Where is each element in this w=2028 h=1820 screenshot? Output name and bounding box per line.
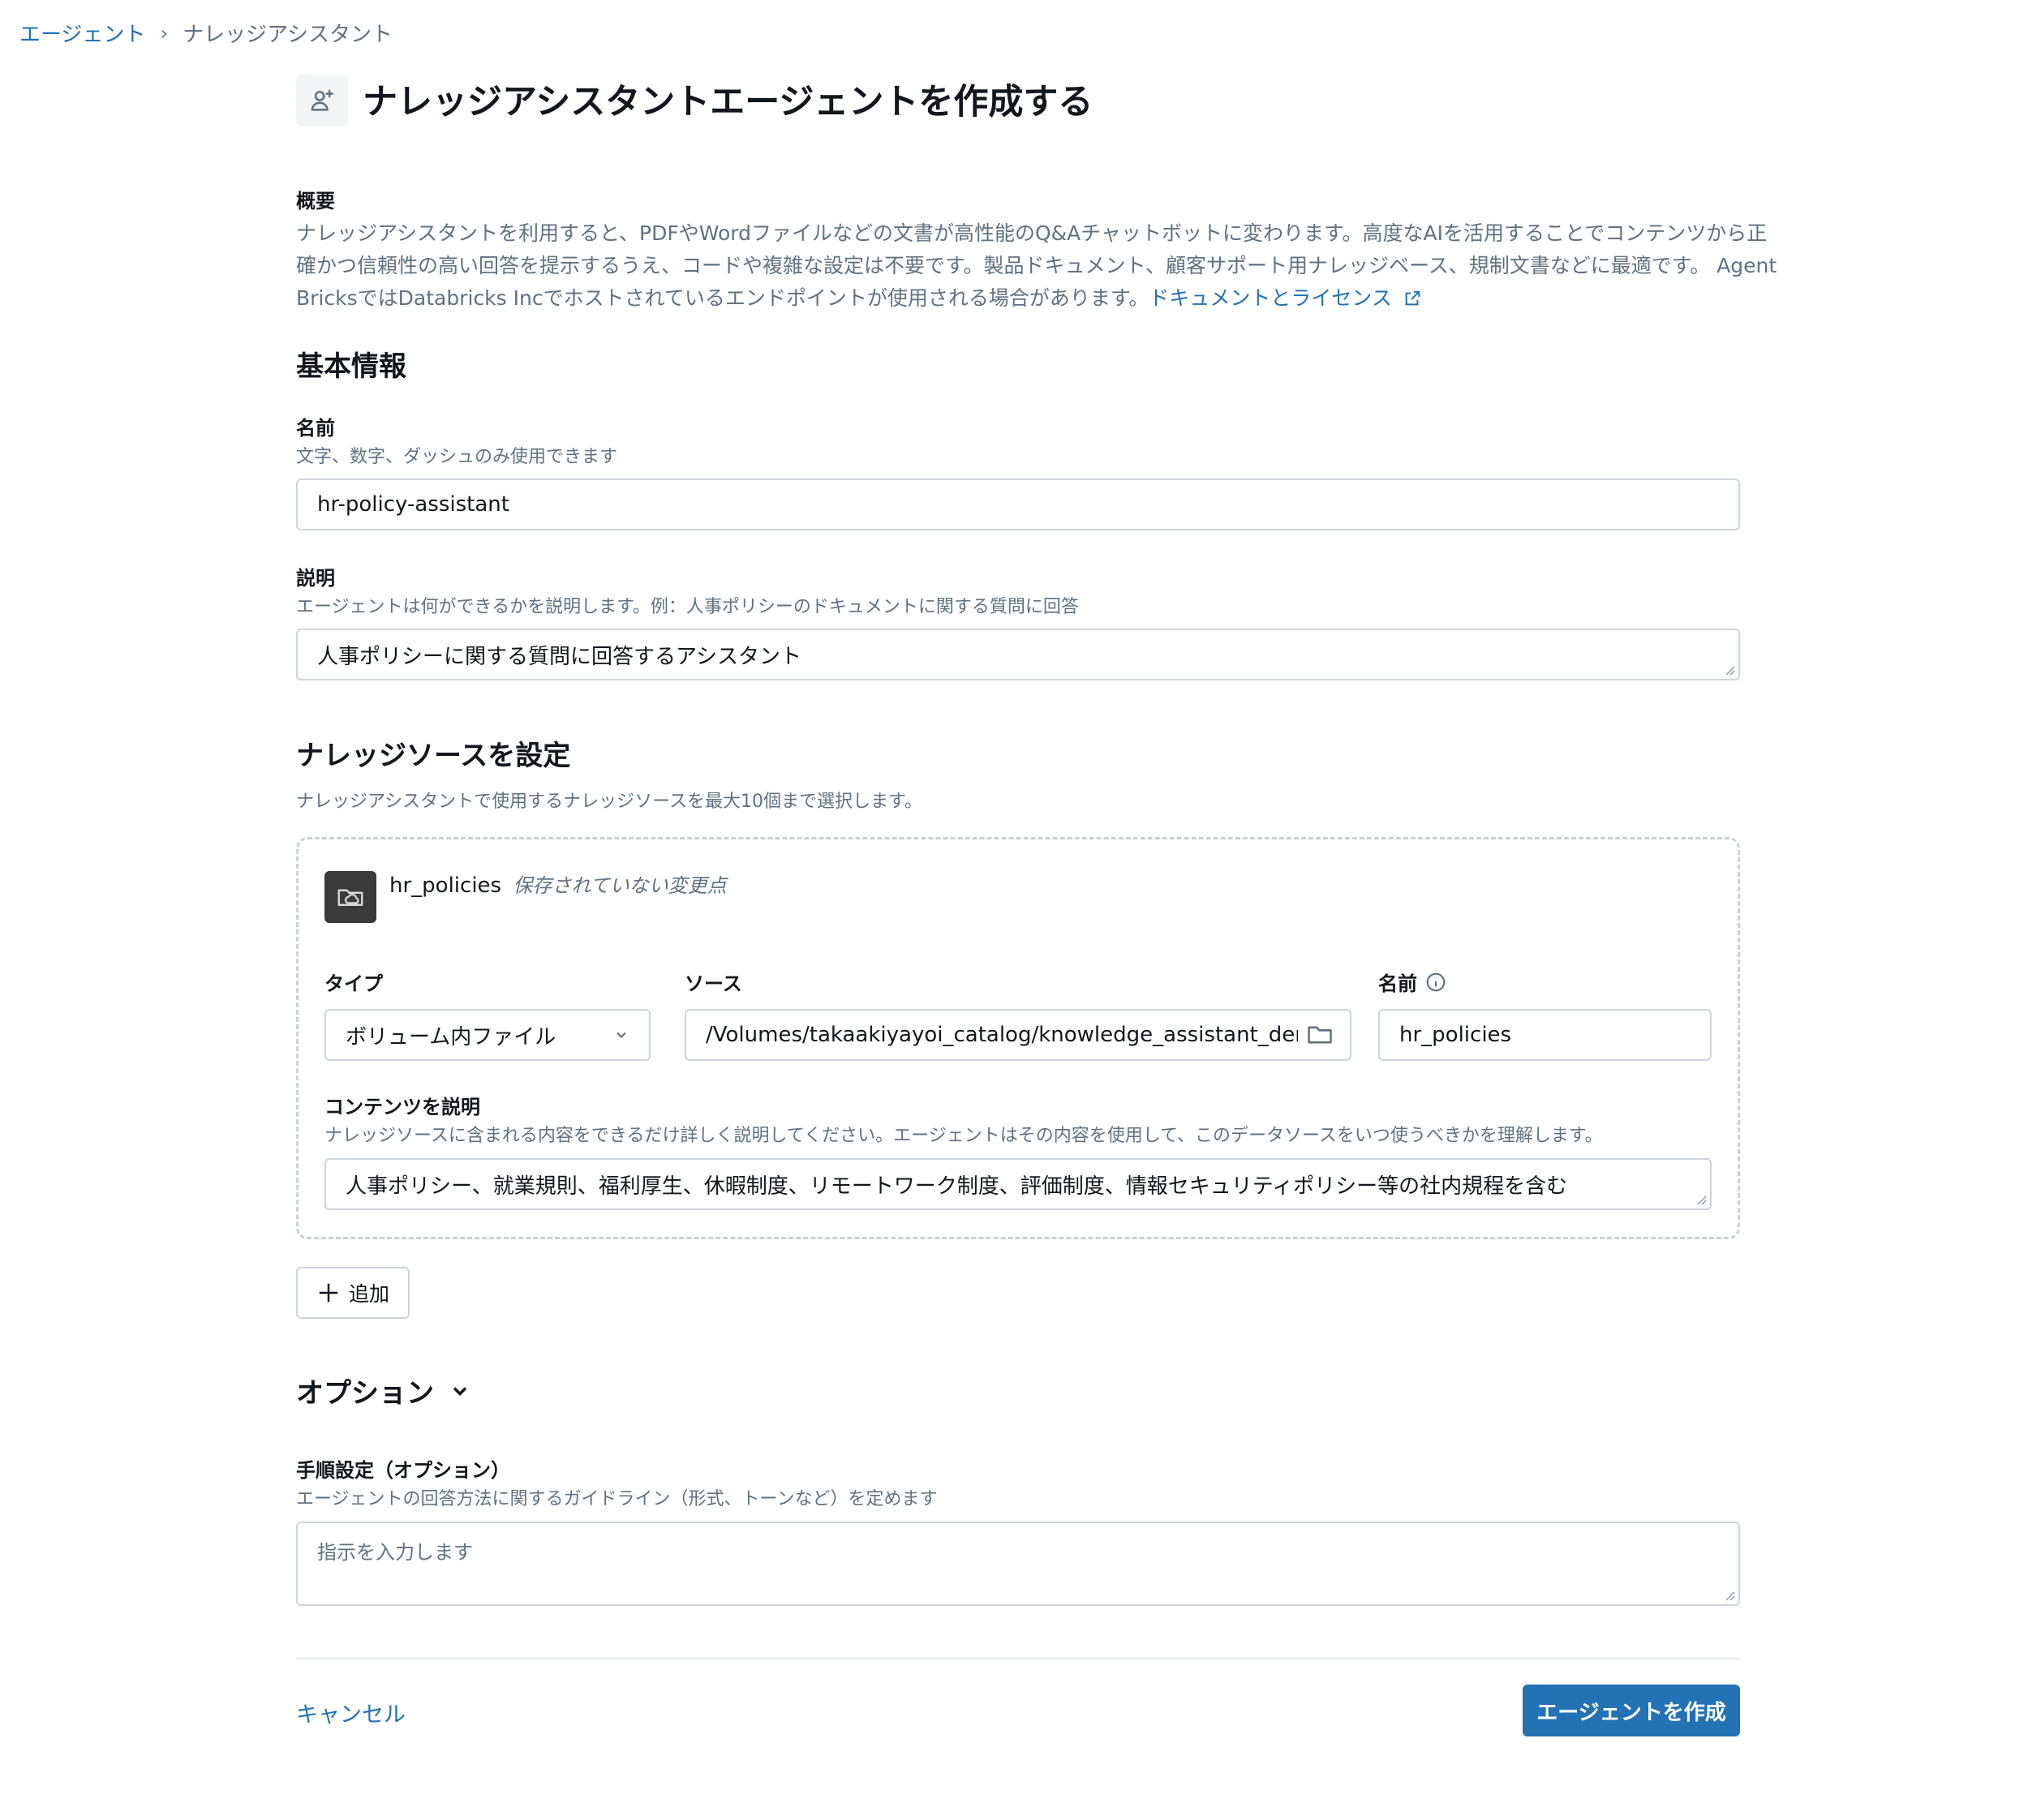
options-toggle[interactable]: オプション <box>296 1371 471 1410</box>
breadcrumb-current: ナレッジアシスタント <box>183 23 393 47</box>
description-hint: エージェントは何ができるかを説明します。例：人事ポリシーのドキュメントに関する質… <box>296 597 1079 617</box>
overview-line-2: 確かつ信頼性の高い回答を提示するうえ、コードや複雑な設定は不要です。製品ドキュメ… <box>296 254 1777 277</box>
chevron-down-icon <box>617 1032 626 1038</box>
chevron-down-icon <box>453 1386 467 1396</box>
source-name-label-group: 名前 <box>1378 968 1446 996</box>
overview-text: ナレッジアシスタントを利用すると、PDFやWordファイルなどの文書が高性能のQ… <box>296 217 1777 315</box>
cloud-folder-icon <box>324 871 376 923</box>
instructions-textarea[interactable]: 指示を入力します <box>296 1522 1740 1606</box>
overview-line-1: ナレッジアシスタントを利用すると、PDFやWordファイルなどの文書が高性能のQ… <box>296 221 1768 245</box>
add-source-button[interactable]: 追加 <box>296 1267 410 1319</box>
resize-handle-icon[interactable] <box>1722 1588 1735 1601</box>
basic-info-heading: 基本情報 <box>296 350 406 383</box>
instructions-placeholder: 指示を入力します <box>317 1541 473 1564</box>
name-input[interactable]: hr-policy-assistant <box>296 479 1740 530</box>
add-source-label: 追加 <box>348 1282 389 1306</box>
description-label: 説明 <box>296 567 335 590</box>
description-textarea[interactable]: 人事ポリシーに関する質問に回答するアシスタント <box>296 629 1740 680</box>
breadcrumb-agents-link[interactable]: エージェント <box>19 18 145 48</box>
source-name: hr_policies <box>389 874 502 898</box>
content-label: コンテンツを説明 <box>324 1096 480 1118</box>
breadcrumb-separator: › <box>160 21 169 45</box>
source-name-input[interactable]: hr_policies <box>1378 1009 1712 1061</box>
docs-license-link[interactable]: ドキュメントとライセンス <box>1149 286 1420 310</box>
folder-browse-icon[interactable] <box>1306 1021 1334 1049</box>
knowledge-hint: ナレッジアシスタントで使用するナレッジソースを最大10個まで選択します。 <box>296 792 922 812</box>
instructions-hint: エージェントの回答方法に関するガイドライン（形式、トーンなど）を定めます <box>296 1489 938 1509</box>
knowledge-heading: ナレッジソースを設定 <box>296 740 571 772</box>
instructions-label: 手順設定（オプション） <box>296 1459 510 1482</box>
info-icon[interactable] <box>1425 972 1446 993</box>
source-path-input[interactable]: /Volumes/takaakiyayoi_catalog/knowledge_… <box>685 1009 1351 1061</box>
resize-handle-icon[interactable] <box>1722 663 1735 676</box>
resize-handle-icon[interactable] <box>1694 1192 1707 1205</box>
type-label: タイプ <box>324 972 383 995</box>
docs-license-link-text: ドキュメントとライセンス <box>1149 286 1392 310</box>
page-title: ナレッジアシスタントエージェントを作成する <box>363 82 1093 122</box>
description-value: 人事ポリシーに関する質問に回答するアシスタント <box>317 644 801 669</box>
type-select-value: ボリューム内ファイル <box>346 1024 556 1050</box>
content-textarea[interactable]: 人事ポリシー、就業規則、福利厚生、休暇制度、リモートワーク制度、評価制度、情報セ… <box>324 1158 1712 1210</box>
source-name-value: hr_policies <box>1399 1023 1512 1047</box>
overview-label: 概要 <box>296 190 335 212</box>
overview-line-3: BricksではDatabricks Incでホストされているエンドポイントが使… <box>296 282 1740 315</box>
name-input-value: hr-policy-assistant <box>317 492 509 517</box>
options-heading: オプション <box>296 1377 434 1410</box>
content-hint: ナレッジソースに含まれる内容をできるだけ詳しく説明してください。エージェントはそ… <box>324 1126 1603 1146</box>
source-name-label: 名前 <box>1378 972 1417 995</box>
external-link-icon <box>1405 290 1420 306</box>
source-title: hr_policies 保存されていない変更点 <box>389 869 727 898</box>
content-value: 人事ポリシー、就業規則、福利厚生、休暇制度、リモートワーク制度、評価制度、情報セ… <box>346 1174 1568 1199</box>
overview-line-3-text: BricksではDatabricks Incでホストされているエンドポイントが使… <box>296 286 1149 310</box>
plus-icon <box>319 1283 338 1303</box>
cancel-button[interactable]: キャンセル <box>296 1697 406 1728</box>
name-hint: 文字、数字、ダッシュのみ使用できます <box>296 447 618 467</box>
user-plus-icon <box>296 75 348 127</box>
breadcrumb: エージェント › ナレッジアシスタント <box>19 18 393 48</box>
create-agent-button[interactable]: エージェントを作成 <box>1523 1685 1740 1736</box>
unsaved-status: 保存されていない変更点 <box>513 874 727 897</box>
name-label: 名前 <box>296 417 335 440</box>
source-label: ソース <box>685 972 742 995</box>
source-path-value: /Volumes/takaakiyayoi_catalog/knowledge_… <box>706 1023 1298 1047</box>
footer-divider <box>296 1658 1740 1659</box>
type-select[interactable]: ボリューム内ファイル <box>324 1009 651 1061</box>
